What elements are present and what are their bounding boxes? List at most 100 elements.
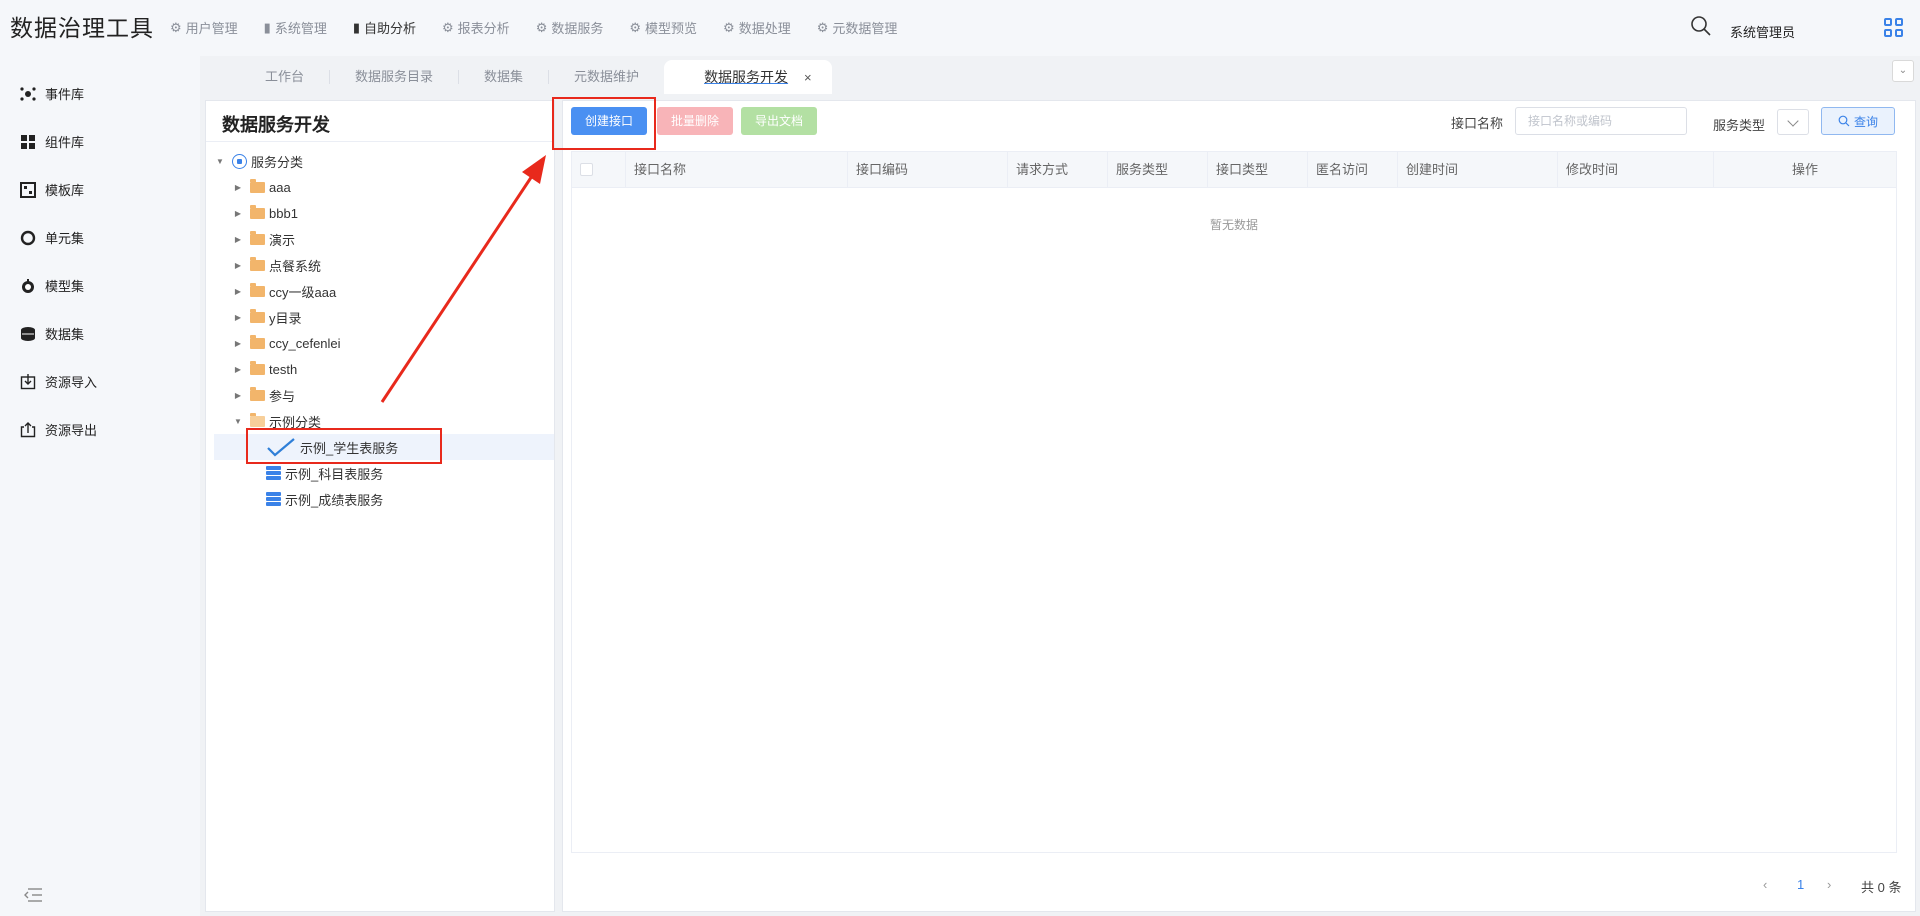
- tab-label: 元数据维护: [574, 69, 640, 84]
- tree-node-folder[interactable]: ▶ ccy一级aaa: [232, 278, 554, 304]
- topnav-metadata-management[interactable]: ⚙ 元数据管理: [817, 18, 898, 37]
- topnav-self-service-analysis[interactable]: ▮ 自助分析: [353, 18, 416, 37]
- sidebar-item-template-library[interactable]: 模板库: [20, 180, 84, 199]
- sidebar-item-resource-import[interactable]: 资源导入: [20, 372, 97, 391]
- tab-workbench[interactable]: 工作台: [205, 60, 329, 94]
- app-grid-icon[interactable]: [1884, 18, 1904, 38]
- sidebar-item-dataset[interactable]: 数据集: [20, 324, 84, 343]
- collapse-menu-icon[interactable]: [24, 888, 42, 902]
- tree-node-label: 示例_科目表服务: [285, 466, 384, 482]
- sidebar-item-label: 事件库: [45, 87, 85, 102]
- sidebar-item-event-library[interactable]: 事件库: [20, 84, 84, 103]
- column-header[interactable]: 接口编码: [848, 152, 1008, 188]
- tree-node-label: y目录: [269, 310, 302, 326]
- column-header[interactable]: 接口类型: [1208, 152, 1308, 188]
- tree-node-folder[interactable]: ▶ 演示: [232, 226, 554, 252]
- gear-icon: ⚙: [535, 19, 548, 35]
- caret-right-icon[interactable]: ▶: [232, 183, 244, 192]
- close-icon[interactable]: ×: [804, 70, 812, 85]
- tree-node-label: 服务分类: [251, 154, 304, 170]
- tree-node-label: aaa: [269, 179, 291, 195]
- caret-right-icon[interactable]: ▶: [232, 261, 244, 270]
- panel-title: 数据服务开发: [222, 115, 330, 135]
- topnav-report-analysis[interactable]: ⚙ 报表分析: [442, 18, 510, 37]
- model-icon: [22, 278, 34, 293]
- app-title: 数据治理工具: [10, 15, 154, 41]
- query-button[interactable]: 查询: [1821, 107, 1895, 135]
- annotation-highlight-create: [552, 97, 656, 150]
- prev-page-button[interactable]: ‹: [1763, 877, 1767, 892]
- tree-node-folder[interactable]: ▶ 参与: [232, 382, 554, 408]
- search-icon[interactable]: [1690, 15, 1712, 37]
- export-document-button[interactable]: 导出文档: [741, 107, 818, 135]
- topnav-data-processing[interactable]: ⚙ 数据处理: [723, 18, 791, 37]
- caret-down-icon[interactable]: ▼: [214, 157, 226, 166]
- tab-data-service-catalog[interactable]: 数据服务目录: [330, 60, 458, 94]
- folder-open-icon: [250, 412, 265, 427]
- column-header[interactable]: 请求方式: [1008, 152, 1108, 188]
- sidebar-item-component-library[interactable]: 组件库: [20, 132, 84, 151]
- hierarchy-icon: [232, 153, 247, 169]
- sidebar-item-resource-export[interactable]: 资源导出: [20, 420, 97, 439]
- tree-node-folder[interactable]: ▶ aaa: [232, 174, 554, 200]
- export-icon: [20, 421, 36, 437]
- column-header[interactable]: 服务类型: [1108, 152, 1208, 188]
- tree-node-folder[interactable]: ▶ testh: [232, 356, 554, 382]
- service-type-select[interactable]: [1777, 109, 1809, 135]
- folder-icon: [250, 204, 265, 219]
- tree-node-label: 点餐系统: [269, 258, 322, 274]
- event-icon: [20, 86, 36, 101]
- table-header: 接口名称 接口编码 请求方式 服务类型 接口类型 匿名访问 创建时间 修改时间 …: [572, 152, 1896, 188]
- tree-node-folder[interactable]: ▶ y目录: [232, 304, 554, 330]
- tree-node-folder[interactable]: ▶ ccy_cefenlei: [232, 330, 554, 356]
- tab-label: 工作台: [265, 69, 305, 84]
- column-header[interactable]: 接口名称: [626, 152, 848, 188]
- sidebar-item-label: 数据集: [45, 327, 85, 342]
- page-number[interactable]: 1: [1797, 877, 1804, 892]
- caret-down-icon[interactable]: ▼: [232, 417, 244, 426]
- caret-right-icon[interactable]: ▶: [232, 391, 244, 400]
- caret-right-icon[interactable]: ▶: [232, 365, 244, 374]
- user-name[interactable]: 系统管理员: [1730, 22, 1795, 41]
- gear-icon: ⚙: [442, 19, 454, 35]
- sidebar-item-unit-set[interactable]: 单元集: [20, 228, 84, 247]
- caret-right-icon[interactable]: ▶: [232, 287, 244, 296]
- topnav-system-management[interactable]: ▮ 系统管理: [264, 18, 327, 37]
- topnav-model-preview[interactable]: ⚙ 模型预览: [629, 18, 697, 37]
- folder-icon: [250, 334, 265, 349]
- folder-icon: [250, 230, 265, 245]
- column-header[interactable]: 创建时间: [1398, 152, 1558, 188]
- database-icon: [266, 492, 281, 506]
- caret-right-icon[interactable]: ▶: [232, 313, 244, 322]
- select-all-checkbox[interactable]: [580, 163, 593, 176]
- sidebar-item-model-set[interactable]: 模型集: [20, 276, 84, 295]
- tree-node-root[interactable]: ▼ 服务分类: [214, 148, 554, 174]
- tree-node-service[interactable]: 示例_成绩表服务: [266, 486, 554, 512]
- topnav-user-management[interactable]: ⚙ 用户管理: [170, 18, 238, 37]
- batch-delete-button[interactable]: 批量删除: [657, 107, 734, 135]
- empty-state-text: 暂无数据: [1209, 218, 1258, 232]
- gear-icon: ⚙: [629, 19, 642, 35]
- caret-right-icon[interactable]: ▶: [232, 209, 244, 218]
- tab-metadata-maintenance[interactable]: 元数据维护: [549, 60, 664, 94]
- column-header[interactable]: 修改时间: [1558, 152, 1714, 188]
- sidebar-item-label: 资源导入: [45, 375, 98, 390]
- sidebar-item-label: 模型集: [45, 279, 85, 294]
- caret-right-icon[interactable]: ▶: [232, 235, 244, 244]
- topnav-label: 自助分析: [364, 21, 417, 36]
- tab-data-service-development[interactable]: 数据服务开发 ×: [664, 60, 832, 94]
- interface-list-panel: 创建接口 批量删除 导出文档 接口名称 服务类型 查询 接口名称 接口编码 请求…: [562, 100, 1916, 912]
- tree-node-folder[interactable]: ▶ 点餐系统: [232, 252, 554, 278]
- gear-icon: ⚙: [170, 19, 182, 35]
- column-header[interactable]: 匿名访问: [1308, 152, 1398, 188]
- chevron-down-icon[interactable]: ⌄: [1892, 60, 1914, 82]
- topnav-label: 报表分析: [457, 21, 510, 36]
- tab-dataset[interactable]: 数据集: [459, 60, 548, 94]
- interface-name-input[interactable]: [1515, 107, 1687, 135]
- interface-name-label: 接口名称: [1451, 116, 1504, 131]
- topnav-label: 数据服务: [551, 21, 604, 36]
- caret-right-icon[interactable]: ▶: [232, 339, 244, 348]
- topnav-data-service[interactable]: ⚙ 数据服务: [536, 18, 604, 37]
- next-page-button[interactable]: ›: [1827, 877, 1831, 892]
- tree-node-folder[interactable]: ▶ bbb1: [232, 200, 554, 226]
